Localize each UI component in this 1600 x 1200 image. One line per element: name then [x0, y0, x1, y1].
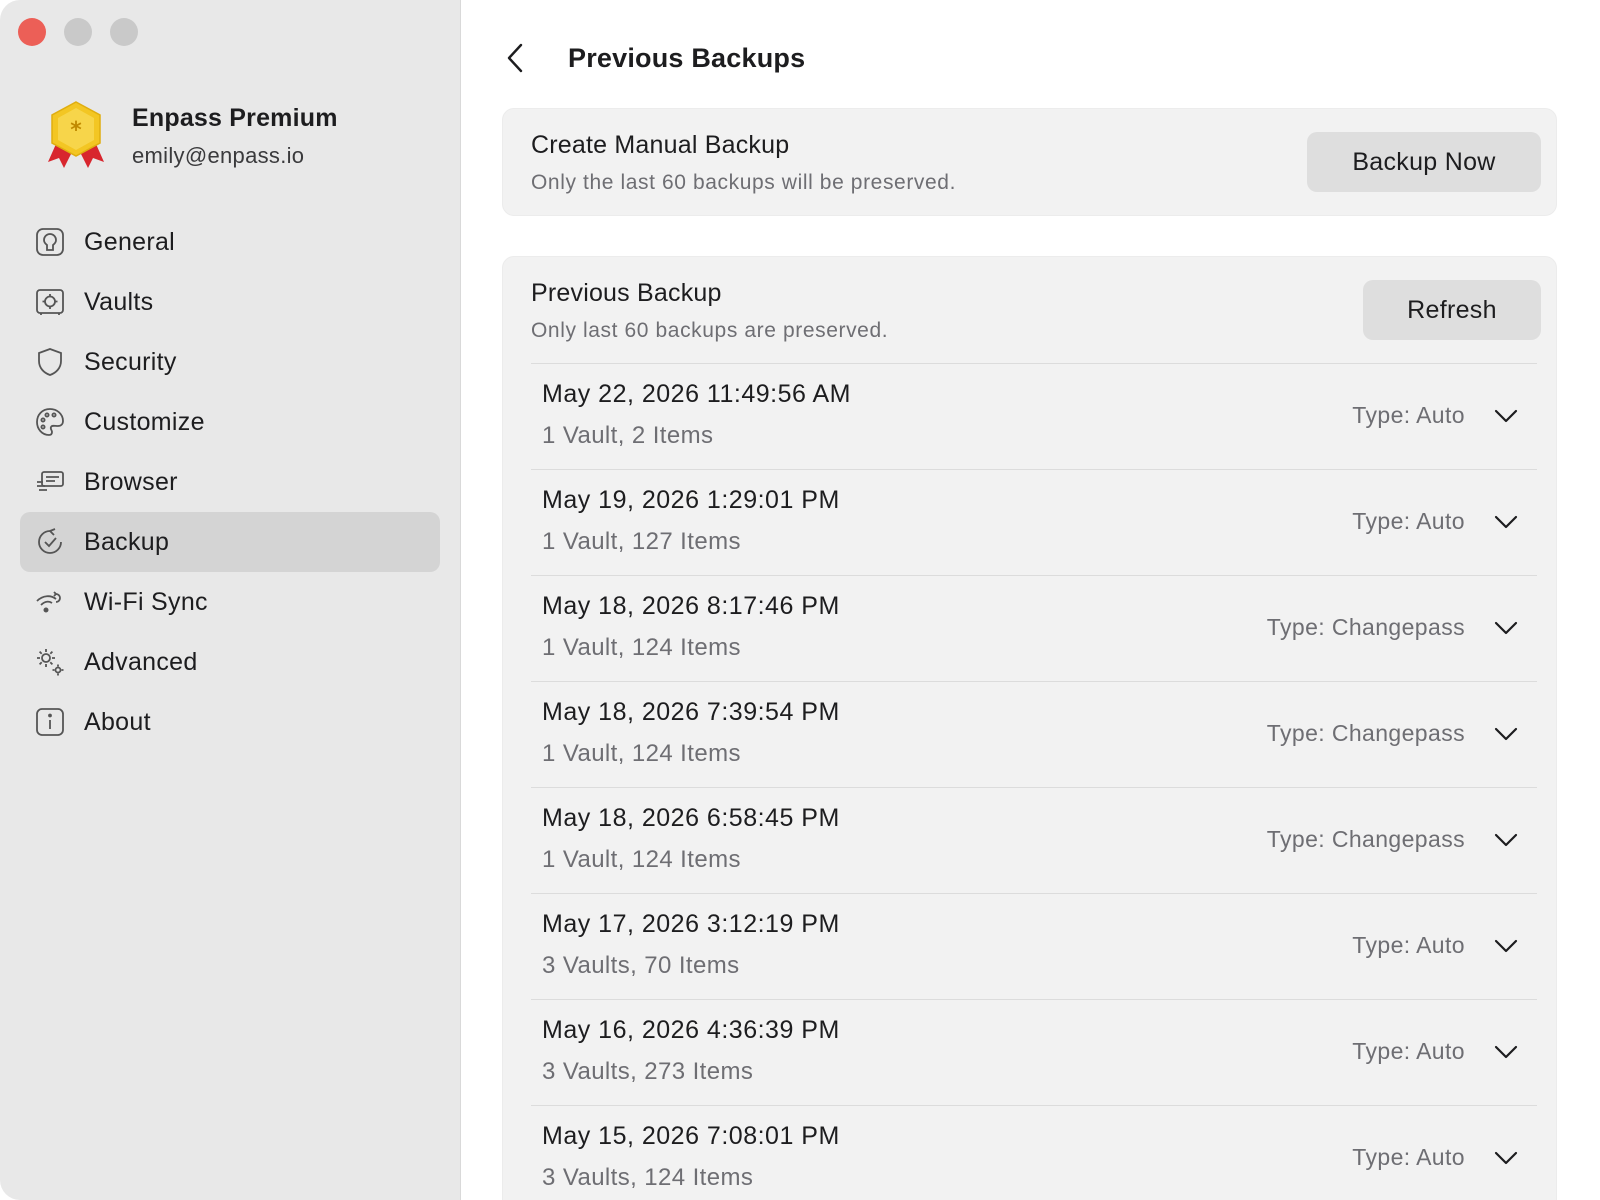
chevron-down-icon[interactable] — [1493, 1146, 1519, 1170]
sidebar-item-backup[interactable]: Backup — [20, 512, 440, 572]
sidebar: * Enpass Premium emily@enpass.io General — [0, 0, 461, 1200]
manual-backup-title: Create Manual Backup — [531, 131, 790, 159]
backup-row[interactable]: May 18, 2026 8:17:46 PM 1 Vault, 124 Ite… — [531, 575, 1537, 681]
backup-date: May 22, 2026 11:49:56 AM — [542, 380, 851, 408]
browser-icon — [34, 466, 66, 498]
backup-row[interactable]: May 22, 2026 11:49:56 AM 1 Vault, 2 Item… — [531, 363, 1537, 469]
backup-count: 3 Vaults, 124 Items — [542, 1164, 754, 1191]
sidebar-item-label: Security — [84, 347, 177, 376]
close-window-button[interactable] — [18, 18, 46, 46]
backup-type: Type: Changepass — [1266, 614, 1465, 640]
backup-type: Type: Auto — [1352, 932, 1465, 958]
sidebar-item-label: Vaults — [84, 287, 154, 316]
backup-row[interactable]: May 17, 2026 3:12:19 PM 3 Vaults, 70 Ite… — [531, 893, 1537, 999]
backup-list: May 22, 2026 11:49:56 AM 1 Vault, 2 Item… — [531, 363, 1537, 1200]
sidebar-item-label: Advanced — [84, 647, 198, 676]
backup-count: 3 Vaults, 273 Items — [542, 1058, 754, 1085]
sidebar-item-label: Customize — [84, 407, 205, 436]
sidebar-item-label: Wi-Fi Sync — [84, 587, 208, 616]
backup-date: May 19, 2026 1:29:01 PM — [542, 486, 840, 514]
gears-icon — [34, 646, 66, 678]
chevron-down-icon[interactable] — [1493, 828, 1519, 852]
maximize-window-button[interactable] — [110, 18, 138, 46]
chevron-down-icon[interactable] — [1493, 1040, 1519, 1064]
backup-type: Type: Changepass — [1266, 720, 1465, 746]
shield-icon — [34, 346, 66, 378]
sidebar-item-label: Backup — [84, 527, 170, 556]
backup-row[interactable]: May 18, 2026 7:39:54 PM 1 Vault, 124 Ite… — [531, 681, 1537, 787]
backup-type: Type: Auto — [1352, 402, 1465, 428]
previous-backup-title: Previous Backup — [531, 279, 722, 307]
profile: * Enpass Premium emily@enpass.io — [46, 100, 338, 172]
premium-badge-icon: * — [48, 101, 104, 168]
main-content: Previous Backups Create Manual Backup On… — [462, 0, 1600, 1200]
page-header: Previous Backups — [502, 30, 805, 86]
backup-count: 1 Vault, 124 Items — [542, 740, 741, 767]
backup-date: May 18, 2026 8:17:46 PM — [542, 592, 840, 620]
sidebar-item-general[interactable]: General — [20, 212, 440, 272]
previous-backup-card: Previous Backup Only last 60 backups are… — [502, 256, 1557, 1200]
backup-now-button[interactable]: Backup Now — [1307, 132, 1541, 192]
sidebar-item-security[interactable]: Security — [20, 332, 440, 392]
chevron-down-icon[interactable] — [1493, 404, 1519, 428]
backup-count: 3 Vaults, 70 Items — [542, 952, 740, 979]
backup-date: May 18, 2026 7:39:54 PM — [542, 698, 840, 726]
previous-backup-subtitle: Only last 60 backups are preserved. — [531, 319, 889, 342]
minimize-window-button[interactable] — [64, 18, 92, 46]
info-icon — [34, 706, 66, 738]
sidebar-item-advanced[interactable]: Advanced — [20, 632, 440, 692]
backup-row[interactable]: May 15, 2026 7:08:01 PM 3 Vaults, 124 It… — [531, 1105, 1537, 1200]
backup-row[interactable]: May 16, 2026 4:36:39 PM 3 Vaults, 273 It… — [531, 999, 1537, 1105]
backup-date: May 15, 2026 7:08:01 PM — [542, 1122, 840, 1150]
wifi-sync-icon — [34, 586, 66, 618]
palette-icon — [34, 406, 66, 438]
backup-count: 1 Vault, 2 Items — [542, 422, 714, 449]
sidebar-item-label: Browser — [84, 467, 178, 496]
sidebar-item-wifi-sync[interactable]: Wi-Fi Sync — [20, 572, 440, 632]
profile-name: Enpass Premium — [132, 104, 338, 132]
chevron-down-icon[interactable] — [1493, 934, 1519, 958]
back-button[interactable] — [502, 38, 528, 78]
page-title: Previous Backups — [568, 42, 806, 73]
svg-text:*: * — [70, 118, 82, 143]
sidebar-item-customize[interactable]: Customize — [20, 392, 440, 452]
backup-type: Type: Changepass — [1266, 826, 1465, 852]
backup-type: Type: Auto — [1352, 1144, 1465, 1170]
chevron-down-icon[interactable] — [1493, 722, 1519, 746]
manual-backup-card: Create Manual Backup Only the last 60 ba… — [502, 108, 1557, 216]
backup-type: Type: Auto — [1352, 508, 1465, 534]
sidebar-nav: General Vaults Security Customize Browse… — [20, 212, 440, 752]
backup-count: 1 Vault, 124 Items — [542, 634, 741, 661]
settings-window: * Enpass Premium emily@enpass.io General — [0, 0, 1600, 1200]
general-icon — [34, 226, 66, 258]
chevron-down-icon[interactable] — [1493, 510, 1519, 534]
refresh-button[interactable]: Refresh — [1363, 280, 1541, 340]
sidebar-item-browser[interactable]: Browser — [20, 452, 440, 512]
backup-date: May 17, 2026 3:12:19 PM — [542, 910, 840, 938]
sidebar-item-about[interactable]: About — [20, 692, 440, 752]
backup-row[interactable]: May 19, 2026 1:29:01 PM 1 Vault, 127 Ite… — [531, 469, 1537, 575]
backup-count: 1 Vault, 127 Items — [542, 528, 741, 555]
sidebar-item-label: General — [84, 227, 176, 256]
window-controls — [18, 18, 138, 46]
backup-type: Type: Auto — [1352, 1038, 1465, 1064]
sidebar-item-label: About — [84, 707, 151, 736]
backup-icon — [34, 526, 66, 558]
chevron-down-icon[interactable] — [1493, 616, 1519, 640]
manual-backup-subtitle: Only the last 60 backups will be preserv… — [531, 171, 957, 194]
backup-row[interactable]: May 18, 2026 6:58:45 PM 1 Vault, 124 Ite… — [531, 787, 1537, 893]
profile-email: emily@enpass.io — [132, 143, 305, 168]
backup-count: 1 Vault, 124 Items — [542, 846, 741, 873]
sidebar-item-vaults[interactable]: Vaults — [20, 272, 440, 332]
backup-date: May 16, 2026 4:36:39 PM — [542, 1016, 840, 1044]
backup-date: May 18, 2026 6:58:45 PM — [542, 804, 840, 832]
chevron-left-icon — [507, 43, 523, 73]
vault-icon — [34, 286, 66, 318]
